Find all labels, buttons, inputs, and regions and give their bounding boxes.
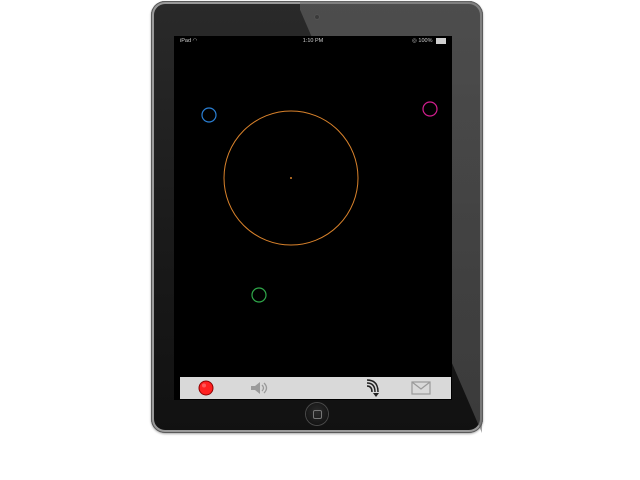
lock-rotation-icon: ◎	[412, 38, 417, 44]
email-button[interactable]	[409, 379, 433, 397]
sound-button[interactable]	[248, 379, 272, 397]
handover-icon	[366, 379, 379, 397]
bottom-toolbar	[180, 377, 451, 399]
speaker-icon	[251, 382, 268, 394]
blue-circle[interactable]	[201, 107, 217, 123]
status-right: ◎ 100%	[412, 36, 446, 47]
screen: iPad ◠ 1:10 PM ◎ 100%	[174, 36, 452, 400]
mail-icon	[411, 381, 431, 395]
home-button[interactable]	[306, 403, 328, 425]
drawing-canvas[interactable]	[174, 47, 452, 376]
record-button[interactable]	[194, 379, 218, 397]
home-square-icon	[313, 410, 322, 419]
circle-center-dot	[290, 177, 292, 179]
handover-button[interactable]	[361, 379, 385, 397]
magenta-circle[interactable]	[422, 101, 438, 117]
status-bar: iPad ◠ 1:10 PM ◎ 100%	[174, 36, 452, 47]
front-camera	[314, 14, 320, 20]
battery-icon	[436, 37, 446, 44]
record-icon	[198, 380, 214, 396]
green-circle[interactable]	[251, 287, 267, 303]
battery-percent: 100%	[418, 38, 433, 44]
status-time: 1:10 PM	[302, 38, 324, 44]
